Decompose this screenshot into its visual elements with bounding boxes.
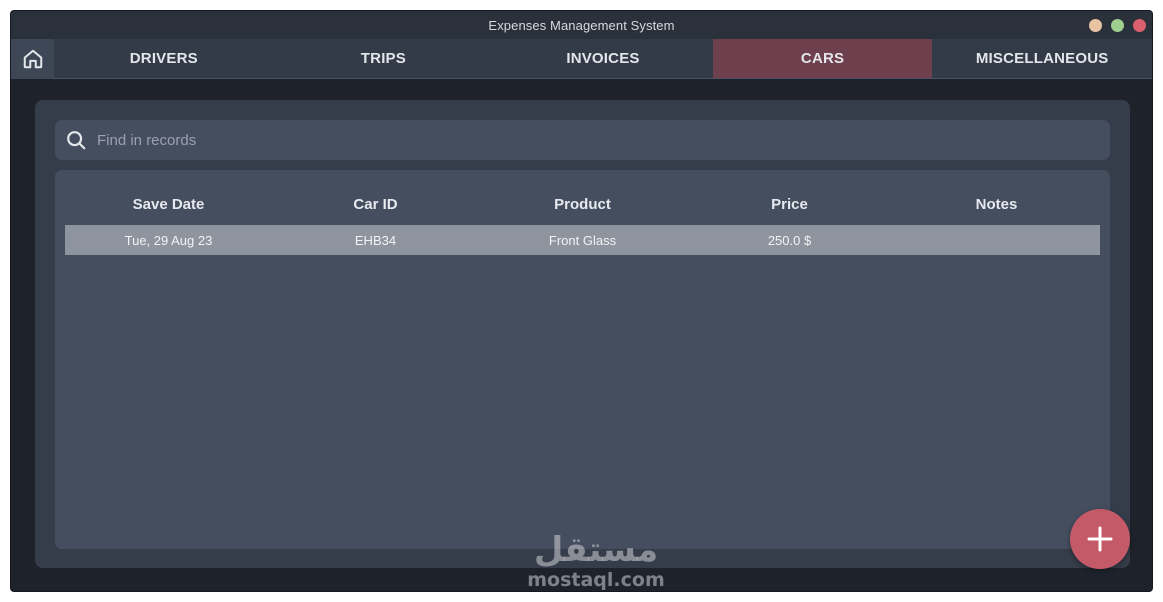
title-bar: Expenses Management System [11, 11, 1152, 39]
column-header-price[interactable]: Price [686, 196, 893, 213]
tab-cars[interactable]: CARS [712, 39, 933, 78]
close-button[interactable] [1133, 19, 1146, 32]
cell-save-date: Tue, 29 Aug 23 [124, 232, 213, 248]
maximize-button[interactable] [1111, 19, 1124, 32]
cell-product: Front Glass [548, 232, 617, 248]
table-header: Save Date Car ID Product Price Notes [65, 188, 1100, 220]
search-icon [65, 129, 87, 151]
search-input[interactable] [97, 120, 1110, 160]
column-header-product[interactable]: Product [479, 196, 686, 213]
plus-icon [1087, 526, 1113, 552]
table-row[interactable]: Tue, 29 Aug 23 EHB34 Front Glass 250.0 $ [65, 225, 1100, 255]
home-icon [23, 49, 42, 69]
records-panel: Save Date Car ID Product Price Notes Tue… [35, 100, 1130, 568]
watermark-latin: mostaql.com [527, 569, 665, 591]
column-header-notes[interactable]: Notes [893, 196, 1100, 213]
window-controls [1089, 19, 1146, 32]
app-window: Expenses Management System DRIVERS TRIPS… [10, 10, 1153, 592]
minimize-button[interactable] [1089, 19, 1102, 32]
window-title: Expenses Management System [488, 17, 675, 33]
records-table: Save Date Car ID Product Price Notes Tue… [55, 170, 1110, 549]
column-header-car-id[interactable]: Car ID [272, 196, 479, 213]
tab-miscellaneous[interactable]: MISCELLANEOUS [932, 39, 1152, 78]
tab-drivers[interactable]: DRIVERS [54, 39, 274, 78]
home-button[interactable] [11, 39, 54, 79]
cell-price: 250.0 $ [767, 232, 812, 248]
search-bar [55, 120, 1110, 160]
add-record-button[interactable] [1070, 509, 1130, 569]
cell-car-id: EHB34 [354, 232, 397, 248]
tab-trips[interactable]: TRIPS [274, 39, 494, 78]
column-header-save-date[interactable]: Save Date [65, 196, 272, 213]
main-nav: DRIVERS TRIPS INVOICES CARS MISCELLANEOU… [11, 39, 1152, 79]
tab-invoices[interactable]: INVOICES [493, 39, 713, 78]
